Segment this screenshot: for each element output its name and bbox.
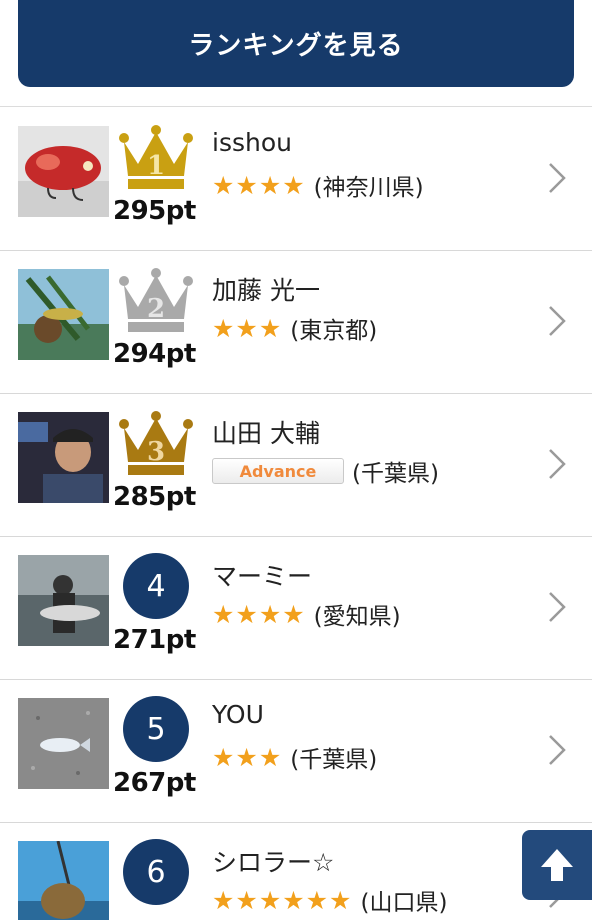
prefecture: (愛知県): [313, 604, 401, 630]
points: 271pt: [113, 625, 196, 655]
prefecture: (東京都): [290, 318, 378, 344]
prefecture: (千葉県): [290, 747, 378, 773]
user-photo: [18, 412, 109, 503]
user-meta: ★★★★ (愛知県): [212, 597, 401, 631]
back-to-top-button[interactable]: [522, 830, 592, 900]
gold-crown-icon: 1: [118, 124, 194, 194]
chevron-right-icon: [546, 732, 568, 768]
rank-number: 3: [147, 437, 165, 467]
star-rating: ★★★★: [212, 599, 306, 629]
arrow-up-icon: [541, 849, 573, 881]
user-photo: [18, 555, 109, 646]
user-photo: [18, 269, 109, 360]
user-name: YOU: [212, 700, 264, 729]
user-name: 山田 大輔: [212, 419, 320, 448]
rank-number: 4: [123, 553, 189, 619]
ranking-row-3[interactable]: 3 285pt 山田 大輔 Advance (千葉県): [0, 394, 592, 537]
user-name: 加藤 光一: [212, 276, 320, 305]
user-name: シロラー☆: [212, 848, 335, 877]
chevron-right-icon: [546, 446, 568, 482]
user-meta: ★★★★ (神奈川県): [212, 168, 424, 202]
view-ranking-button[interactable]: ランキングを見る: [18, 0, 574, 87]
prefecture: (神奈川県): [313, 175, 424, 201]
user-name: マーミー: [212, 562, 313, 591]
chevron-right-icon: [546, 160, 568, 196]
ranking-row-5[interactable]: 5 267pt YOU ★★★ (千葉県): [0, 680, 592, 823]
rank-number: 6: [123, 839, 189, 905]
rank-number: 2: [147, 294, 165, 324]
points: 267pt: [113, 768, 196, 798]
user-photo: [18, 698, 109, 789]
points: 294pt: [113, 339, 196, 369]
user-meta: Advance (千葉県): [212, 454, 439, 488]
user-meta: ★★★★★★ (山口県): [212, 883, 447, 917]
points: 285pt: [113, 482, 196, 512]
user-photo: [18, 126, 109, 217]
user-meta: ★★★ (東京都): [212, 311, 377, 345]
header-area: ランキングを見る: [0, 0, 592, 107]
star-rating: ★★★★★★: [212, 885, 353, 915]
ranking-row-2[interactable]: 2 294pt 加藤 光一 ★★★ (東京都): [0, 251, 592, 394]
user-photo: [18, 841, 109, 920]
ranking-row-6[interactable]: 6 シロラー☆ ★★★★★★ (山口県): [0, 823, 592, 920]
user-name: isshou: [212, 128, 292, 157]
points: 295pt: [113, 196, 196, 226]
ranking-row-4[interactable]: 4 271pt マーミー ★★★★ (愛知県): [0, 537, 592, 680]
advance-level-badge: Advance: [212, 458, 344, 484]
prefecture: (千葉県): [352, 461, 439, 487]
ranking-row-1[interactable]: 1 295pt isshou ★★★★ (神奈川県): [0, 108, 592, 251]
rank-number: 5: [123, 696, 189, 762]
rank-number: 1: [147, 151, 165, 181]
bronze-crown-icon: 3: [118, 410, 194, 480]
prefecture: (山口県): [360, 890, 448, 916]
silver-crown-icon: 2: [118, 267, 194, 337]
chevron-right-icon: [546, 303, 568, 339]
star-rating: ★★★: [212, 742, 283, 772]
ranking-list: 1 295pt isshou ★★★★ (神奈川県) 2 294pt 加藤 光一…: [0, 108, 592, 920]
star-rating: ★★★★: [212, 170, 306, 200]
chevron-right-icon: [546, 589, 568, 625]
user-meta: ★★★ (千葉県): [212, 740, 377, 774]
star-rating: ★★★: [212, 313, 283, 343]
